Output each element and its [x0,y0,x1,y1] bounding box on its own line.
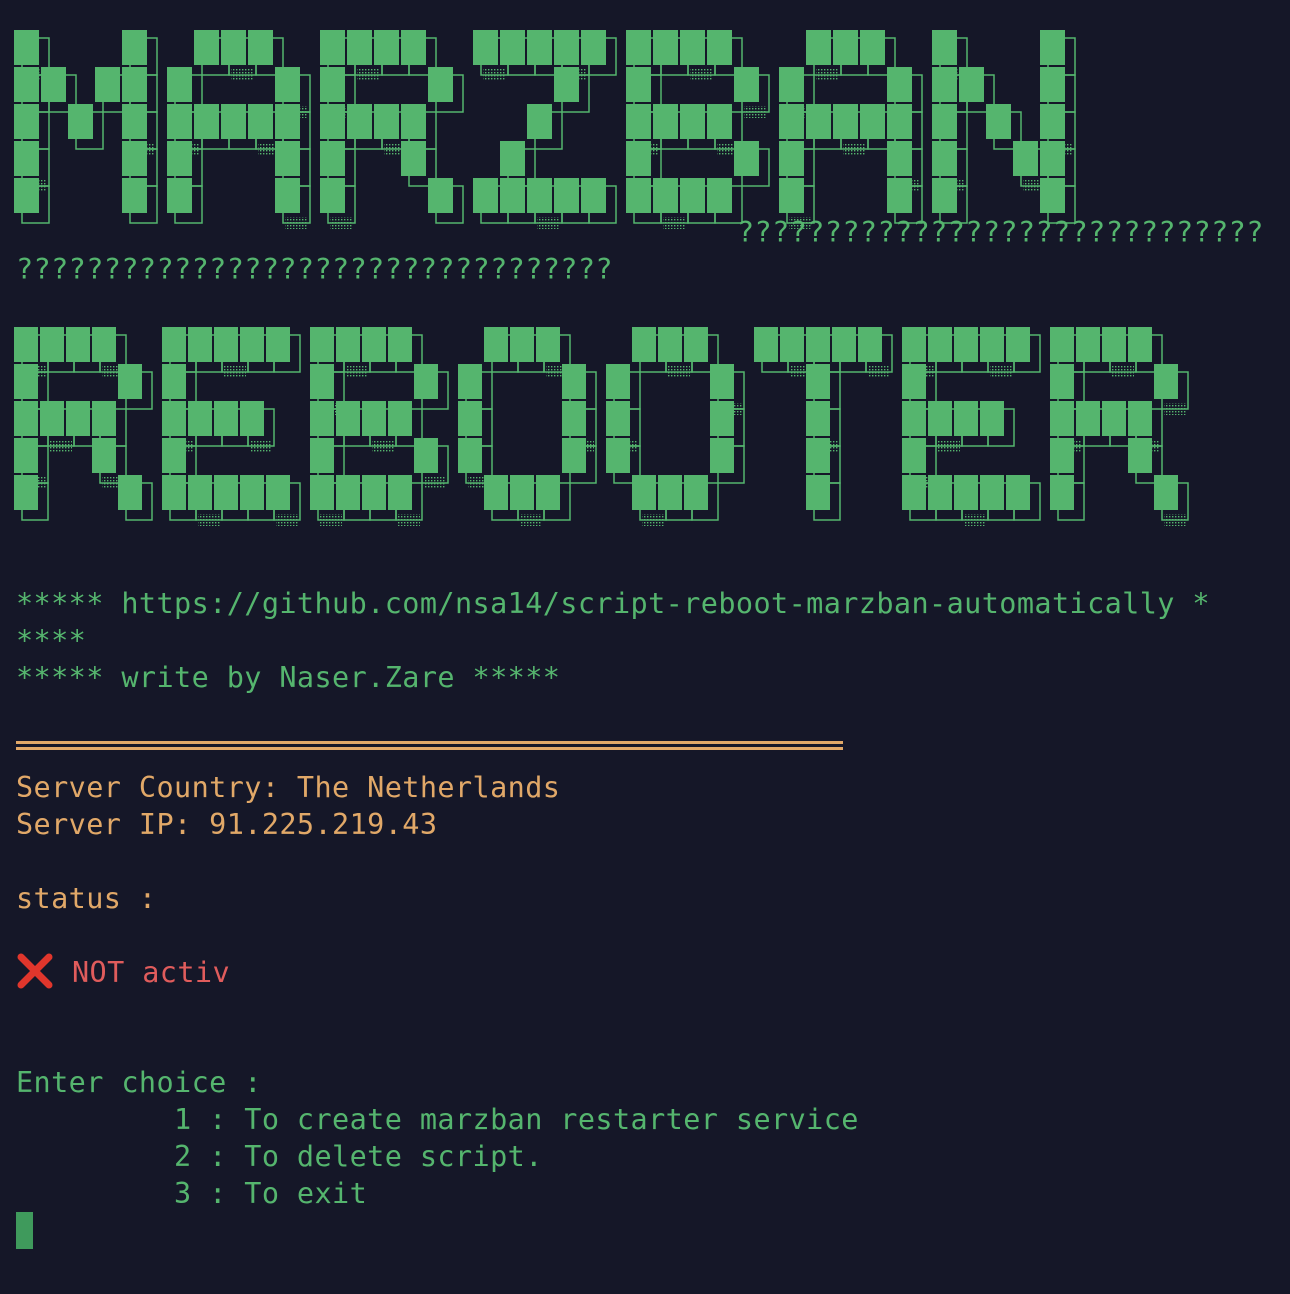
banner-letter-m-0 [14,30,158,224]
banner-letter-e-6 [902,327,1041,526]
banner-overflow-text-2: ?????????????????????????????????? [16,253,613,286]
ascii-banner-rebooter [14,327,1224,549]
banner-letter-b-4 [626,30,770,229]
terminal-cursor[interactable] [16,1212,33,1249]
menu-option-create: 1 : To create marzban restarter service [16,1103,859,1136]
banner-letter-a-1 [167,30,311,229]
repo-url-line: ***** https://github.com/nsa14/script-re… [16,587,1210,620]
menu-option-exit: 3 : To exit [16,1177,368,1210]
terminal-window[interactable]: ?????????????????????????????? ?????????… [0,0,1290,1294]
banner-rebooter-art [14,327,1189,526]
banner-letter-r-7 [1050,327,1189,526]
banner-letter-b-2 [310,327,449,526]
server-country: Server Country: The Netherlands [16,771,561,804]
repo-url-line-wrap: **** [16,624,87,657]
banner-overflow-text-1: ?????????????????????????????? [737,216,1264,249]
menu-prompt: Enter choice : [16,1066,262,1099]
banner-letter-a-5 [779,30,923,229]
banner-letter-o-3 [458,327,597,526]
cross-mark-icon [17,953,53,989]
banner-letter-e-1 [162,327,301,526]
banner-letter-n-6 [932,30,1076,224]
banner-letter-z-3 [473,30,617,229]
banner-letter-r-2 [320,30,464,229]
author-line: ***** write by Naser.Zare ***** [16,661,561,694]
status-label: status : [16,882,157,915]
status-value: NOT activ [72,956,231,989]
banner-letter-t-5 [754,327,893,521]
banner-letter-o-4 [606,327,745,526]
server-ip: Server IP: 91.225.219.43 [16,808,438,841]
menu-option-delete: 2 : To delete script. [16,1140,543,1173]
banner-letter-r-0 [14,327,153,521]
separator-line [16,741,843,750]
